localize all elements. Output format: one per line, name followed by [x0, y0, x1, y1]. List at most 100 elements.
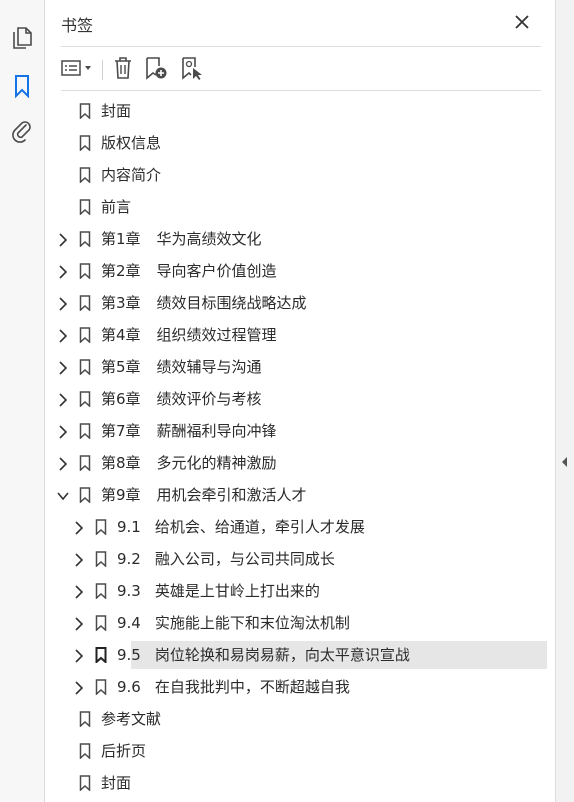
chevron-right-icon[interactable]	[57, 232, 69, 247]
bookmark-icon	[79, 455, 91, 472]
new-bookmark-from-structure-button[interactable]	[179, 56, 205, 84]
bookmark-label: 第3章 绩效目标围绕战略达成	[101, 293, 307, 313]
bookmark-label: 版权信息	[101, 133, 161, 153]
bookmark-item[interactable]: 第8章 多元化的精神激励	[45, 449, 555, 477]
page-thumbnails-icon[interactable]	[9, 25, 35, 51]
attachment-icon[interactable]	[9, 118, 35, 144]
bookmark-title: 华为高绩效文化	[156, 230, 262, 248]
bookmark-number: 第2章	[101, 262, 141, 280]
right-pane-splitter[interactable]	[555, 0, 574, 802]
bookmark-title: 在自我批判中，不断超越自我	[154, 678, 350, 696]
bookmark-number: 9.2	[117, 550, 141, 568]
bookmark-icon	[79, 135, 91, 152]
bookmark-item[interactable]: 前言	[45, 193, 555, 221]
bookmark-title: 组织绩效过程管理	[156, 326, 277, 344]
chevron-right-icon[interactable]	[73, 520, 85, 535]
bookmark-number: 第1章	[101, 230, 141, 248]
bookmark-number: 9.6	[117, 678, 141, 696]
chevron-right-icon[interactable]	[73, 552, 85, 567]
bookmark-label: 9.1 给机会、给通道，牵引人才发展	[117, 517, 365, 537]
bookmark-icon[interactable]	[9, 73, 35, 99]
bookmark-icon	[79, 167, 91, 184]
bookmark-item[interactable]: 第3章 绩效目标围绕战略达成	[45, 289, 555, 317]
options-menu-icon	[60, 58, 96, 82]
bookmark-title: 前言	[101, 198, 132, 216]
new-bookmark-from-structure-icon	[179, 56, 205, 84]
chevron-right-icon[interactable]	[57, 360, 69, 375]
bookmark-item[interactable]: 第6章 绩效评价与考核	[45, 385, 555, 413]
bookmark-subitem[interactable]: 9.2 融入公司，与公司共同成长	[45, 545, 555, 573]
bookmark-label: 前言	[101, 197, 131, 217]
panel-title: 书签	[61, 16, 94, 35]
bookmark-icon	[79, 199, 91, 216]
bookmark-label: 第2章 导向客户价值创造	[101, 261, 277, 281]
bookmark-icon	[79, 295, 91, 312]
chevron-right-icon[interactable]	[57, 328, 69, 343]
bookmark-item[interactable]: 第7章 薪酬福利导向冲锋	[45, 417, 555, 445]
bookmark-label: 第5章 绩效辅导与沟通	[101, 357, 262, 377]
bookmark-item[interactable]: 封面	[45, 97, 555, 125]
bookmark-item[interactable]: 参考文献	[45, 705, 555, 733]
bookmark-item[interactable]: 第2章 导向客户价值创造	[45, 257, 555, 285]
bookmark-title: 内容简介	[101, 166, 162, 184]
bookmark-item[interactable]: 第5章 绩效辅导与沟通	[45, 353, 555, 381]
bookmark-icon	[79, 327, 91, 344]
bookmark-label: 第8章 多元化的精神激励	[101, 453, 277, 473]
divider	[61, 46, 541, 47]
new-bookmark-button[interactable]	[143, 56, 169, 84]
navigation-rail	[0, 0, 45, 802]
bookmark-label: 参考文献	[101, 709, 161, 729]
chevron-down-icon[interactable]	[57, 488, 69, 502]
bookmark-title: 封面	[101, 774, 132, 792]
close-icon[interactable]	[514, 14, 530, 30]
bookmark-item[interactable]: 内容简介	[45, 161, 555, 189]
bookmark-item[interactable]: 第1章 华为高绩效文化	[45, 225, 555, 253]
bookmark-label: 9.5 岗位轮换和易岗易薪，向太平意识宣战	[117, 645, 410, 665]
bookmark-subitem[interactable]: 9.1 给机会、给通道，牵引人才发展	[45, 513, 555, 541]
bookmark-title: 绩效评价与考核	[156, 390, 262, 408]
bookmark-label: 9.6 在自我批判中，不断超越自我	[117, 677, 350, 697]
options-menu-button[interactable]	[59, 56, 97, 84]
bookmark-subitem[interactable]: 9.5 岗位轮换和易岗易薪，向太平意识宣战	[45, 641, 555, 669]
bookmark-item[interactable]: 第4章 组织绩效过程管理	[45, 321, 555, 349]
bookmark-title: 岗位轮换和易岗易薪，向太平意识宣战	[154, 646, 410, 664]
bookmark-title: 多元化的精神激励	[156, 454, 277, 472]
bookmark-item[interactable]: 版权信息	[45, 129, 555, 157]
bookmark-subitem[interactable]: 9.6 在自我批判中，不断超越自我	[45, 673, 555, 701]
bookmark-label: 封面	[101, 101, 131, 121]
bookmark-title: 参考文献	[101, 710, 162, 728]
chevron-right-icon[interactable]	[73, 648, 85, 663]
chevron-right-icon[interactable]	[57, 264, 69, 279]
bookmark-label: 9.4 实施能上能下和末位淘汰机制	[117, 613, 350, 633]
chevron-right-icon[interactable]	[57, 424, 69, 439]
bookmark-icon	[79, 359, 91, 376]
bookmark-subitem[interactable]: 9.3 英雄是上甘岭上打出来的	[45, 577, 555, 605]
bookmark-label: 第6章 绩效评价与考核	[101, 389, 262, 409]
bookmark-icon	[79, 711, 91, 728]
bookmark-number: 第9章	[101, 486, 141, 504]
bookmark-item[interactable]: 第9章 用机会牵引和激活人才	[45, 481, 555, 509]
bookmark-icon	[79, 423, 91, 440]
collapse-panel-icon[interactable]	[560, 451, 570, 473]
bookmark-item[interactable]: 封面	[45, 769, 555, 797]
bookmark-icon	[95, 551, 107, 568]
bookmark-title: 绩效目标围绕战略达成	[156, 294, 307, 312]
bookmark-icon	[95, 583, 107, 600]
bookmark-item[interactable]: 后折页	[45, 737, 555, 765]
bookmark-number: 9.1	[117, 518, 141, 536]
chevron-right-icon[interactable]	[57, 392, 69, 407]
bookmark-subitem[interactable]: 9.4 实施能上能下和末位淘汰机制	[45, 609, 555, 637]
chevron-right-icon[interactable]	[73, 616, 85, 631]
bookmark-icon	[79, 103, 91, 120]
bookmark-number: 第8章	[101, 454, 141, 472]
delete-bookmark-button[interactable]	[111, 56, 135, 84]
bookmark-number: 第7章	[101, 422, 141, 440]
bookmark-icon	[79, 231, 91, 248]
bookmark-icon	[95, 615, 107, 632]
chevron-right-icon[interactable]	[73, 584, 85, 599]
new-bookmark-icon	[143, 56, 169, 84]
chevron-right-icon[interactable]	[57, 456, 69, 471]
bookmark-number: 9.3	[117, 582, 141, 600]
chevron-right-icon[interactable]	[57, 296, 69, 311]
chevron-right-icon[interactable]	[73, 680, 85, 695]
